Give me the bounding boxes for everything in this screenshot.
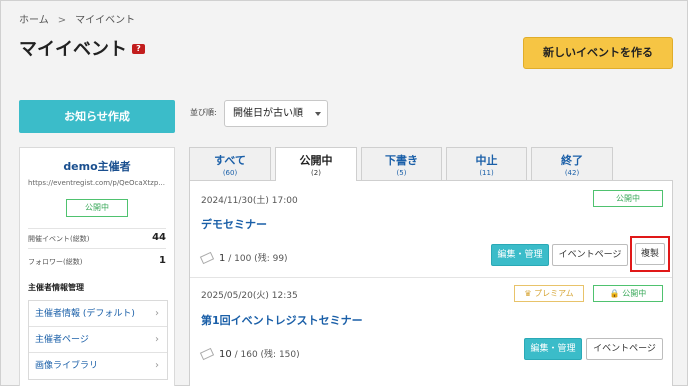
event-page-button[interactable]: イベントページ [552, 244, 628, 266]
event-page-button[interactable]: イベントページ [586, 338, 663, 360]
breadcrumb: ホーム > マイイベント [19, 11, 135, 26]
tab-count: (2) [311, 169, 321, 177]
create-notice-button[interactable]: お知らせ作成 [19, 100, 175, 133]
duplicate-button[interactable]: 複製 [635, 243, 665, 265]
organizer-sidebar: demo主催者 https://eventregist.com/p/QeOcaX… [19, 147, 175, 386]
crown-icon: ♛ [524, 289, 532, 298]
chevron-right-icon: › [155, 334, 159, 345]
stat-value-events: 44 [152, 232, 166, 243]
event-status-badge: 🔒 公開中 [593, 285, 663, 302]
divider [28, 228, 166, 229]
ticket-sold: 10 [219, 349, 232, 360]
stat-label-followers: フォロワー(総数) [28, 258, 83, 266]
event-date: 2025/05/20(火) 12:35 [201, 291, 298, 301]
ticket-summary: 10 / 160 (残: 150) [199, 347, 300, 361]
ticket-rest: / 160 (残: 150) [234, 350, 300, 360]
tab-label: 下書き [385, 154, 418, 167]
chevron-right-icon: › [155, 360, 159, 371]
event-status-badge: 公開中 [593, 190, 663, 207]
stat-label-events: 開催イベント(総数) [28, 235, 90, 243]
sort-label: 並び順: [190, 108, 217, 117]
organizer-menu: 主催者情報 (デフォルト) › 主催者ページ › 画像ライブラリ › [28, 300, 168, 380]
new-event-button[interactable]: 新しいイベントを作る [523, 37, 673, 69]
ticket-icon [199, 251, 215, 265]
tab-label: 中止 [475, 154, 498, 167]
breadcrumb-separator: > [57, 15, 67, 26]
status-label: 公開中 [622, 289, 647, 298]
tab-canceled[interactable]: 中止 (11) [446, 147, 527, 180]
menu-item-organizer-page[interactable]: 主催者ページ › [29, 327, 167, 353]
menu-item-label: 画像ライブラリ [35, 361, 99, 371]
tab-all[interactable]: すべて (60) [189, 147, 271, 180]
tab-ended[interactable]: 終了 (42) [531, 147, 613, 180]
ticket-rest: / 100 (残: 99) [228, 254, 288, 264]
ticket-icon [199, 347, 215, 361]
caret-down-icon [315, 112, 321, 116]
breadcrumb-home[interactable]: ホーム [19, 15, 49, 26]
menu-item-organizer-info[interactable]: 主催者情報 (デフォルト) › [29, 301, 167, 327]
divider [28, 248, 166, 249]
tab-label: 終了 [561, 154, 583, 167]
tab-draft[interactable]: 下書き (5) [361, 147, 442, 180]
organizer-name[interactable]: demo主催者 [20, 158, 174, 174]
organizer-status-badge: 公開中 [66, 199, 128, 217]
help-icon[interactable]: ? [132, 44, 145, 54]
tab-count: (42) [564, 169, 580, 177]
event-date: 2024/11/30(土) 17:00 [201, 196, 298, 206]
sort-select[interactable]: 開催日が古い順 [224, 100, 328, 127]
tab-count: (11) [479, 169, 494, 177]
page-title: マイイベント [19, 39, 127, 60]
ticket-sold: 1 [219, 253, 226, 264]
organizer-url: https://eventregist.com/p/QeOcaXtzp... [28, 179, 165, 187]
event-title[interactable]: 第1回イベントレジストセミナー [201, 312, 363, 328]
chevron-right-icon: › [155, 308, 159, 319]
breadcrumb-current: マイイベント [75, 15, 136, 26]
menu-item-label: 主催者ページ [35, 335, 89, 345]
event-title[interactable]: デモセミナー [201, 216, 267, 232]
event-divider [190, 277, 672, 278]
tab-count: (60) [222, 169, 238, 177]
sort-selected-value: 開催日が古い順 [233, 108, 303, 119]
stat-value-followers: 1 [159, 255, 166, 266]
ticket-summary: 1 / 100 (残: 99) [199, 251, 288, 265]
lock-icon: 🔒 [609, 289, 620, 298]
tab-published[interactable]: 公開中 (2) [275, 147, 357, 181]
menu-item-label: 主催者情報 (デフォルト) [35, 309, 135, 319]
edit-manage-button[interactable]: 編集・管理 [491, 244, 549, 266]
premium-label: プレミアム [534, 289, 574, 298]
event-list-panel: 2024/11/30(土) 17:00 公開中 デモセミナー 1 / 100 (… [189, 180, 673, 386]
organizer-section-title: 主催者情報管理 [28, 283, 84, 292]
tab-count: (5) [396, 169, 407, 177]
menu-item-image-library[interactable]: 画像ライブラリ › [29, 353, 167, 379]
tab-label: 公開中 [299, 154, 333, 167]
premium-badge: ♛ プレミアム [514, 285, 584, 302]
edit-manage-button[interactable]: 編集・管理 [524, 338, 582, 360]
tab-label: すべて [214, 154, 246, 167]
